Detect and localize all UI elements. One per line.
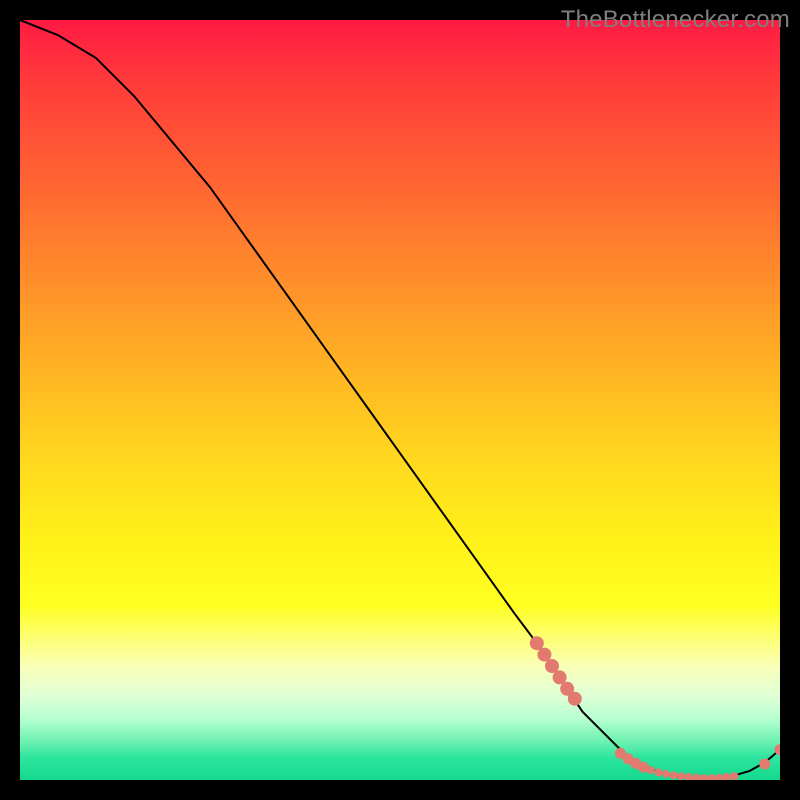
marker-dot bbox=[708, 775, 715, 780]
marker-dot bbox=[530, 637, 543, 650]
watermark-label: TheBottlenecker.com bbox=[561, 6, 790, 34]
marker-dot bbox=[760, 759, 770, 769]
curve-markers bbox=[530, 637, 780, 780]
marker-dot bbox=[693, 774, 700, 780]
chart-frame: TheBottlenecker.com bbox=[0, 0, 800, 800]
marker-dot bbox=[685, 774, 692, 781]
marker-dot bbox=[731, 773, 738, 780]
marker-dot bbox=[655, 769, 662, 776]
marker-dot bbox=[716, 774, 723, 780]
marker-dot bbox=[553, 671, 566, 684]
marker-dot bbox=[647, 767, 654, 774]
marker-dot bbox=[538, 648, 551, 661]
marker-dot bbox=[701, 775, 708, 780]
curve-line bbox=[20, 20, 780, 779]
marker-dot bbox=[678, 773, 685, 780]
marker-dot bbox=[568, 692, 581, 705]
plot-area bbox=[20, 20, 780, 780]
marker-dot bbox=[723, 774, 730, 781]
marker-dot bbox=[670, 772, 677, 779]
marker-dot bbox=[546, 660, 559, 673]
marker-dot bbox=[663, 770, 670, 777]
bottleneck-curve bbox=[20, 20, 780, 780]
marker-dot bbox=[638, 762, 648, 772]
